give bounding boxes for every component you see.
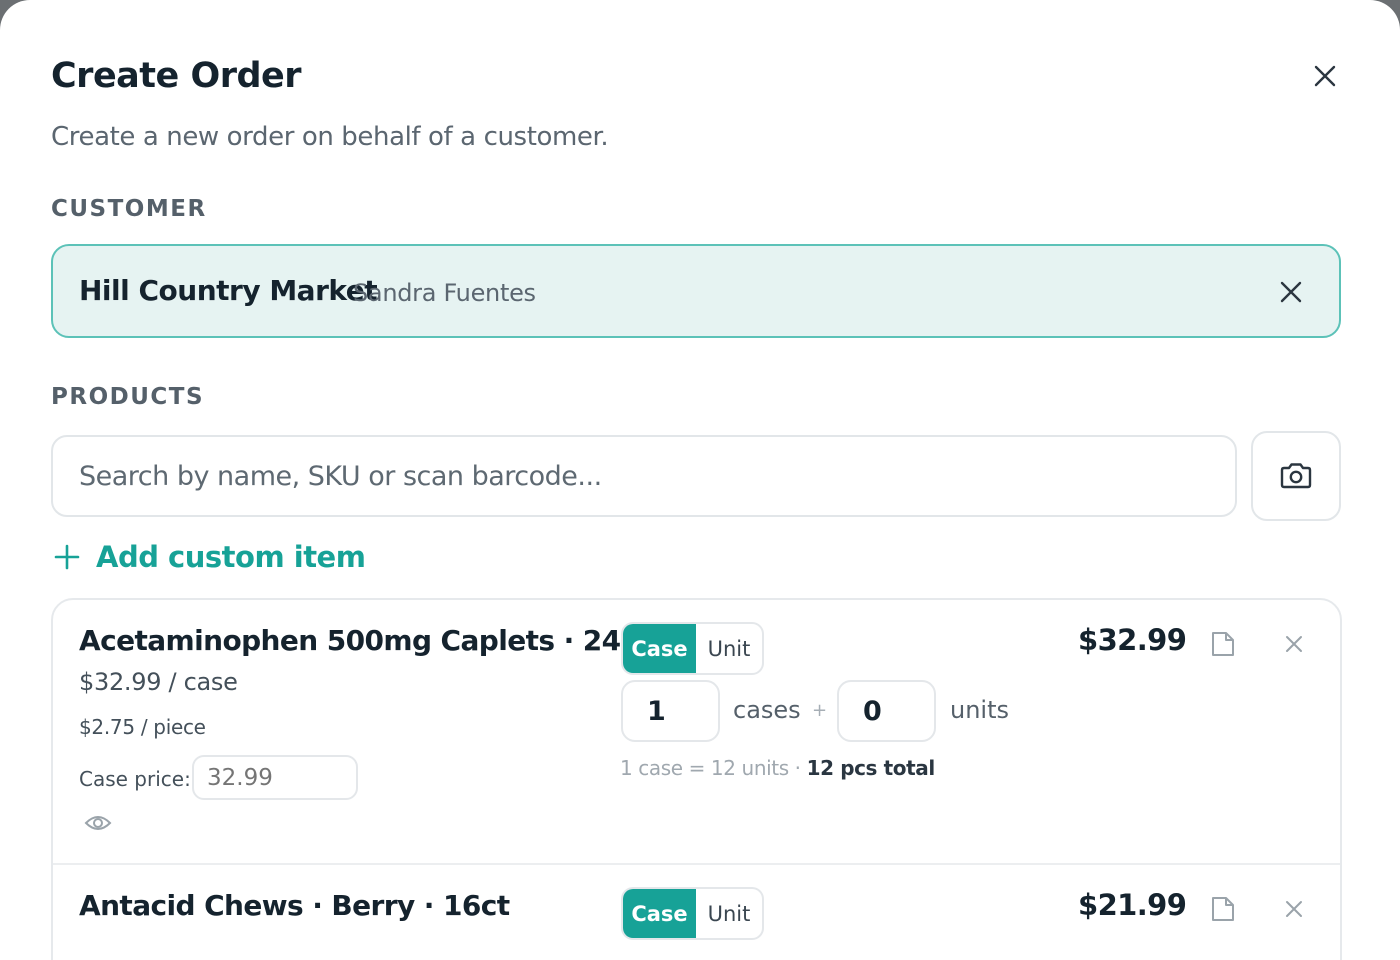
product-search-input[interactable] <box>53 437 1235 515</box>
camera-icon <box>1280 463 1312 489</box>
cases-label: cases <box>733 696 801 724</box>
conversion-text: 1 case = 12 units · <box>620 756 807 780</box>
create-order-modal: Create Order Create a new order on behal… <box>0 0 1400 960</box>
products-section-label: PRODUCTS <box>51 384 205 410</box>
order-items-list: Acetaminophen 500mg Caplets · 24ct $32.9… <box>51 598 1342 960</box>
unit-conversion: 1 case = 12 units · 12 pcs total <box>620 756 935 780</box>
close-icon <box>1280 281 1302 303</box>
case-price-label: Case price: <box>79 767 191 791</box>
close-icon <box>1314 65 1336 87</box>
units-quantity-input[interactable] <box>837 680 936 742</box>
item-divider <box>53 863 1340 865</box>
customer-section-label: CUSTOMER <box>51 196 207 222</box>
remove-item-button[interactable] <box>1277 892 1311 926</box>
customer-name: Hill Country Market <box>79 274 378 307</box>
case-unit-toggle: Case Unit <box>621 622 764 675</box>
cases-quantity-input[interactable] <box>621 680 720 742</box>
product-search <box>51 435 1237 517</box>
add-note-button[interactable] <box>1206 892 1240 926</box>
note-icon <box>1212 632 1234 656</box>
close-modal-button[interactable] <box>1305 56 1345 96</box>
modal-title: Create Order <box>51 56 302 96</box>
item-name: Antacid Chews · Berry · 16ct <box>79 889 510 922</box>
case-unit-toggle: Case Unit <box>621 887 764 940</box>
add-custom-item-label: Add custom item <box>96 540 366 574</box>
clear-customer-button[interactable] <box>1273 274 1309 310</box>
units-label: units <box>950 696 1010 724</box>
case-price-input[interactable] <box>192 755 358 800</box>
unit-option[interactable]: Unit <box>696 624 762 673</box>
case-option[interactable]: Case <box>623 624 696 673</box>
close-icon <box>1286 636 1302 652</box>
line-total: $21.99 <box>1078 888 1187 922</box>
plus-icon <box>52 542 82 572</box>
customer-contact: Sandra Fuentes <box>353 279 536 307</box>
toggle-visibility-button[interactable] <box>81 808 115 838</box>
total-pieces: 12 pcs total <box>806 756 936 780</box>
case-option[interactable]: Case <box>623 889 696 938</box>
add-custom-item-button[interactable]: Add custom item <box>52 540 366 574</box>
add-note-button[interactable] <box>1206 627 1240 661</box>
scan-barcode-button[interactable] <box>1251 431 1341 521</box>
close-icon <box>1286 901 1302 917</box>
line-total: $32.99 <box>1078 623 1187 657</box>
remove-item-button[interactable] <box>1277 627 1311 661</box>
selected-customer[interactable]: Hill Country Market Sandra Fuentes <box>51 244 1341 338</box>
item-case-price: $32.99 / case <box>79 668 238 696</box>
note-icon <box>1212 897 1234 921</box>
modal-subtitle: Create a new order on behalf of a custom… <box>51 122 609 152</box>
unit-option[interactable]: Unit <box>696 889 762 938</box>
plus-sign: + <box>812 700 828 721</box>
eye-icon <box>84 816 112 830</box>
item-piece-price: $2.75 / piece <box>79 715 206 739</box>
item-name: Acetaminophen 500mg Caplets · 24ct <box>79 624 650 657</box>
